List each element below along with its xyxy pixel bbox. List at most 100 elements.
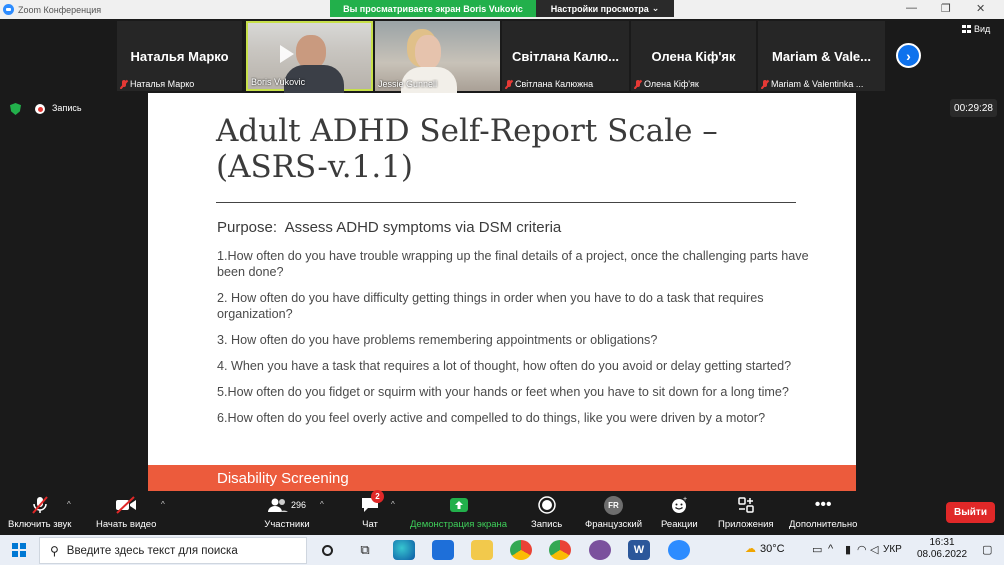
record-button[interactable]: Запись	[531, 494, 562, 530]
participant-display-name: Олена Кіф'як	[651, 49, 736, 64]
svg-text:+: +	[683, 496, 687, 503]
start-video-button[interactable]: Начать видео	[96, 494, 156, 530]
next-page-button[interactable]: ›	[896, 43, 921, 68]
file-explorer-icon[interactable]	[471, 540, 493, 560]
chat-tray-icon[interactable]: ▭	[812, 543, 822, 556]
unmute-button[interactable]: Включить звук	[8, 494, 71, 530]
taskbar-clock[interactable]: 16:31 08.06.2022	[912, 537, 972, 561]
mic-muted-icon	[634, 79, 642, 89]
mail-icon[interactable]	[432, 540, 454, 560]
chevron-down-icon: ⌄	[651, 3, 660, 13]
interpretation-button[interactable]: FR Французский	[585, 494, 642, 530]
chat-button[interactable]: 2 Чат	[358, 490, 384, 530]
participant-caption: Олена Кіф'як	[644, 79, 699, 89]
clock-time: 16:31	[929, 537, 955, 548]
slide-purpose: Purpose: Assess ADHD symptoms via DSM cr…	[217, 219, 561, 236]
word-icon[interactable]: W	[628, 540, 650, 560]
participant-face	[296, 35, 326, 69]
participant-caption: Jessie Gunnell	[378, 79, 438, 89]
taskbar-search-box[interactable]: ⚲ Введите здесь текст для поиска	[39, 537, 307, 564]
participant-tile-video[interactable]: Jessie Gunnell	[375, 21, 500, 93]
minimize-icon[interactable]: —	[906, 2, 917, 14]
language-code: FR	[604, 495, 623, 515]
participant-face	[415, 35, 441, 69]
reactions-button[interactable]: + Реакции	[661, 494, 698, 530]
chevron-up-icon[interactable]: ^	[161, 500, 165, 509]
notifications-icon[interactable]: ▢	[982, 543, 992, 556]
view-button[interactable]: Вид	[962, 24, 990, 34]
cortana-icon[interactable]	[316, 540, 338, 560]
participant-tile[interactable]: Наталья Марко Наталья Марко	[117, 21, 242, 91]
participant-tile[interactable]: Світлана Калю... Світлана Калюжна	[502, 21, 629, 91]
network-icon[interactable]: ◠	[857, 543, 867, 556]
participant-display-name: Mariam & Vale...	[772, 49, 871, 64]
play-icon	[280, 45, 294, 63]
mic-muted-icon	[505, 79, 513, 89]
unmute-label: Включить звук	[8, 519, 72, 530]
leave-button[interactable]: Выйти	[946, 502, 995, 523]
question-item: 3. How often do you have problems rememb…	[217, 333, 658, 347]
windows-start-icon[interactable]	[12, 543, 26, 557]
weather-widget[interactable]: ☁ 30°C	[745, 542, 785, 556]
view-options-button[interactable]: Настройки просмотра ⌄	[536, 0, 674, 17]
chat-icon: 2	[358, 490, 384, 516]
participant-caption: Boris Vukovic	[251, 77, 306, 87]
chevron-up-icon[interactable]: ^	[391, 500, 395, 509]
participant-tile-video[interactable]: Boris Vukovic	[246, 21, 373, 95]
close-icon[interactable]: ✕	[976, 2, 985, 15]
temperature: 30°C	[760, 542, 785, 555]
volume-icon[interactable]: ◁	[870, 543, 878, 556]
question-item: 1.How often do you have trouble wrapping…	[217, 249, 809, 279]
apps-label: Приложения	[718, 519, 774, 530]
viber-icon[interactable]	[589, 540, 611, 560]
apps-button[interactable]: Приложения	[718, 494, 774, 530]
battery-icon[interactable]: ▮	[845, 543, 851, 556]
participants-button[interactable]: 296 Участники	[259, 494, 315, 530]
participant-tile[interactable]: Олена Кіф'як Олена Кіф'як	[631, 21, 756, 91]
mic-muted-icon	[120, 79, 128, 89]
participants-icon-group: 296	[259, 494, 315, 516]
question-list: 1.How often do you have trouble wrapping…	[217, 248, 827, 436]
share-screen-button[interactable]: Демонстрация экрана	[410, 494, 507, 530]
mic-muted-icon	[761, 79, 769, 89]
interpretation-label: Французский	[585, 519, 642, 530]
chevron-up-icon[interactable]: ^	[67, 500, 71, 509]
clock-date: 08.06.2022	[916, 549, 968, 560]
more-dots-icon: •••	[814, 496, 832, 513]
recording-label: Запись	[52, 103, 82, 113]
participants-count: 296	[290, 500, 307, 510]
chevron-up-tray-icon[interactable]: ^	[828, 543, 833, 555]
meeting-timer: 00:29:28	[950, 99, 997, 117]
view-options-label: Настройки просмотра	[550, 3, 649, 14]
zoom-taskbar-icon[interactable]	[668, 540, 690, 560]
view-button-label: Вид	[974, 24, 991, 34]
chrome-profile-icon[interactable]	[549, 540, 571, 560]
window-title: Zoom Конференция	[18, 4, 102, 15]
shared-screen-slide: Adult ADHD Self-Report Scale – (ASRS-v.1…	[148, 93, 856, 491]
language-indicator[interactable]: УКР	[883, 544, 902, 555]
shield-icon[interactable]	[10, 103, 21, 115]
slide-title-line: Adult ADHD Self-Report Scale –	[216, 113, 718, 149]
share-screen-label: Демонстрация экрана	[410, 519, 508, 530]
chevron-up-icon[interactable]: ^	[320, 500, 324, 509]
participant-tile[interactable]: Mariam & Vale... Mariam & Valentinka ...	[758, 21, 885, 91]
purpose-text: Assess ADHD symptoms via DSM criteria	[284, 219, 562, 236]
participant-caption: Світлана Калюжна	[515, 79, 594, 89]
participant-caption: Наталья Марко	[130, 79, 195, 89]
task-view-icon[interactable]: ⧉	[354, 540, 376, 560]
start-video-label: Начать видео	[96, 519, 157, 530]
slide-title-line: (ASRS-v.1.1)	[216, 149, 413, 185]
participant-display-name: Світлана Калю...	[512, 49, 619, 64]
question-item: 6.How often do you feel overly active an…	[217, 411, 766, 425]
question-item: 5.How often do you fidget or squirm with…	[217, 385, 789, 399]
video-off-icon	[114, 494, 138, 516]
participants-label: Участники	[264, 519, 310, 530]
slide-divider	[216, 202, 796, 203]
share-screen-icon	[447, 494, 471, 516]
chat-label: Чат	[362, 519, 378, 530]
restore-icon[interactable]: ❐	[941, 2, 951, 15]
more-button[interactable]: ••• Дополнительно	[789, 494, 857, 531]
taskbar-search-placeholder: Введите здесь текст для поиска	[66, 544, 238, 557]
chrome-icon[interactable]	[510, 540, 532, 560]
edge-icon[interactable]	[393, 540, 415, 560]
